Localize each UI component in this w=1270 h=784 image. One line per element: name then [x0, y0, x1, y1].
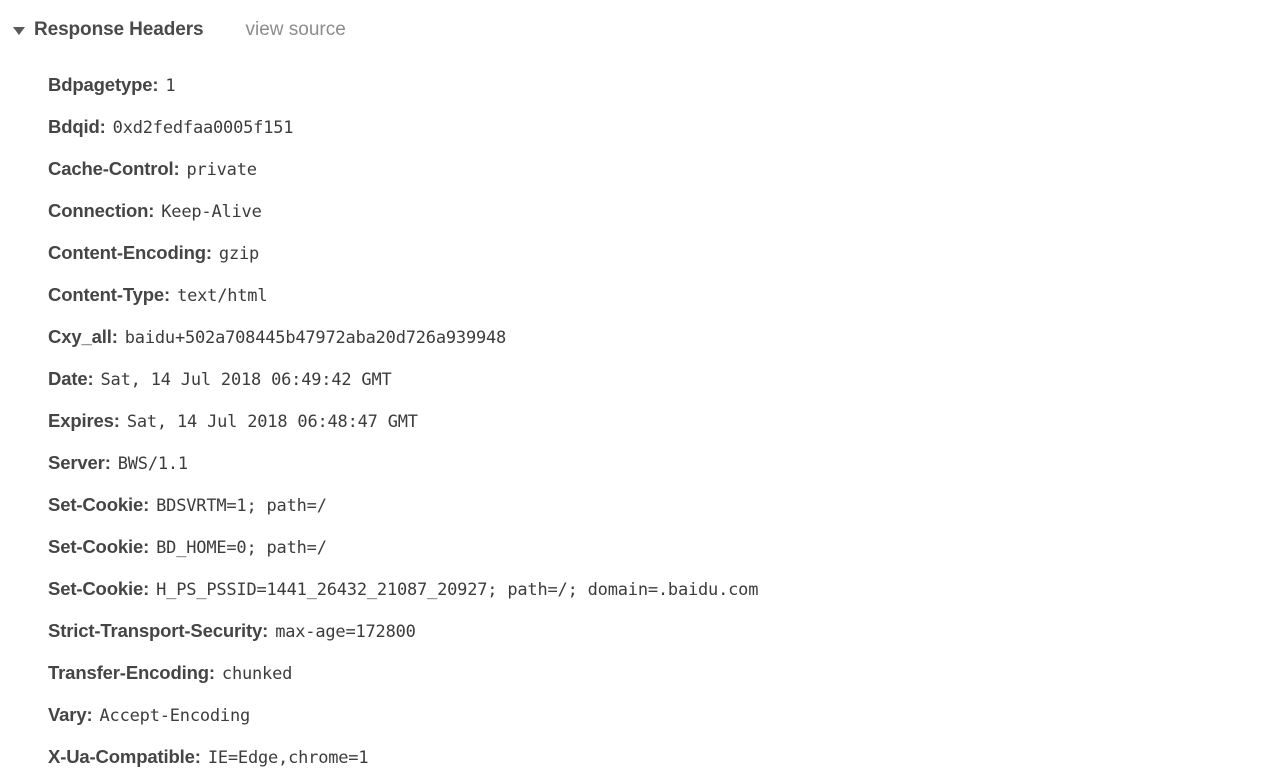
header-name: Bdpagetype:	[48, 74, 159, 95]
response-headers-section-header[interactable]: Response Headers view source	[0, 14, 346, 46]
header-name: X-Ua-Compatible:	[48, 746, 201, 767]
header-row[interactable]: Vary: Accept-Encoding	[48, 694, 1270, 736]
header-value: max-age=172800	[275, 622, 416, 642]
header-value: Sat, 14 Jul 2018 06:49:42 GMT	[100, 370, 392, 390]
header-value: BDSVRTM=1; path=/	[156, 496, 327, 516]
response-headers-pane: Response Headers view source Bdpagetype:…	[0, 0, 1270, 772]
header-row[interactable]: Cache-Control: private	[48, 148, 1270, 190]
header-value: chunked	[221, 664, 293, 684]
header-row[interactable]: Set-Cookie: BD_HOME=0; path=/	[48, 526, 1270, 568]
header-row[interactable]: Set-Cookie: BDSVRTM=1; path=/	[48, 484, 1270, 526]
header-name: Strict-Transport-Security:	[48, 620, 269, 641]
header-value: private	[186, 160, 257, 180]
header-name: Server:	[48, 452, 111, 473]
header-row[interactable]: Content-Encoding: gzip	[48, 232, 1270, 274]
header-row[interactable]: Connection: Keep-Alive	[48, 190, 1270, 232]
header-name: Transfer-Encoding:	[48, 662, 215, 683]
header-name: Content-Type:	[48, 284, 171, 305]
header-list: Bdpagetype: 1 Bdqid: 0xd2fedfaa0005f151 Cach…	[48, 64, 1270, 778]
header-row[interactable]: Strict-Transport-Security: max-age=172800	[48, 610, 1270, 652]
header-name: Bdqid:	[48, 116, 106, 137]
header-row[interactable]: Bdqid: 0xd2fedfaa0005f151	[48, 106, 1270, 148]
header-name: Expires:	[48, 410, 120, 431]
header-row[interactable]: Set-Cookie: H_PS_PSSID=1441_26432_21087_2…	[48, 568, 1270, 610]
triangle-down-icon[interactable]	[13, 27, 25, 35]
header-name: Set-Cookie:	[48, 494, 150, 515]
header-value: baidu+502a708445b47972aba20d726a939948	[124, 328, 507, 348]
view-source-link[interactable]: view source	[245, 19, 345, 41]
header-value: IE=Edge,chrome=1	[207, 748, 369, 768]
header-row[interactable]: Server: BWS/1.1	[48, 442, 1270, 484]
header-name: Connection:	[48, 200, 155, 221]
header-row[interactable]: Expires: Sat, 14 Jul 2018 06:48:47 GMT	[48, 400, 1270, 442]
header-name: Set-Cookie:	[48, 536, 150, 557]
header-value: Keep-Alive	[161, 202, 262, 222]
header-name: Date:	[48, 368, 94, 389]
header-value: 0xd2fedfaa0005f151	[112, 118, 294, 138]
header-value: H_PS_PSSID=1441_26432_21087_20927; path=…	[156, 580, 759, 600]
header-value: Sat, 14 Jul 2018 06:48:47 GMT	[126, 412, 418, 432]
header-value: Accept-Encoding	[99, 706, 251, 726]
header-row[interactable]: Cxy_all: baidu+502a708445b47972aba20d726a…	[48, 316, 1270, 358]
header-name: Cache-Control:	[48, 158, 180, 179]
header-value: BWS/1.1	[117, 454, 188, 474]
header-name: Vary:	[48, 704, 93, 725]
header-value: BD_HOME=0; path=/	[156, 538, 327, 558]
header-value: gzip	[218, 244, 260, 264]
header-value: 1	[165, 76, 176, 96]
header-row[interactable]: Transfer-Encoding: chunked	[48, 652, 1270, 694]
header-value: text/html	[177, 286, 268, 306]
header-row[interactable]: Content-Type: text/html	[48, 274, 1270, 316]
page-title: Response Headers	[34, 19, 204, 40]
header-row[interactable]: Bdpagetype: 1	[48, 64, 1270, 106]
header-name: Content-Encoding:	[48, 242, 212, 263]
header-row[interactable]: Date: Sat, 14 Jul 2018 06:49:42 GMT	[48, 358, 1270, 400]
header-name: Set-Cookie:	[48, 578, 150, 599]
header-name: Cxy_all:	[48, 326, 118, 347]
